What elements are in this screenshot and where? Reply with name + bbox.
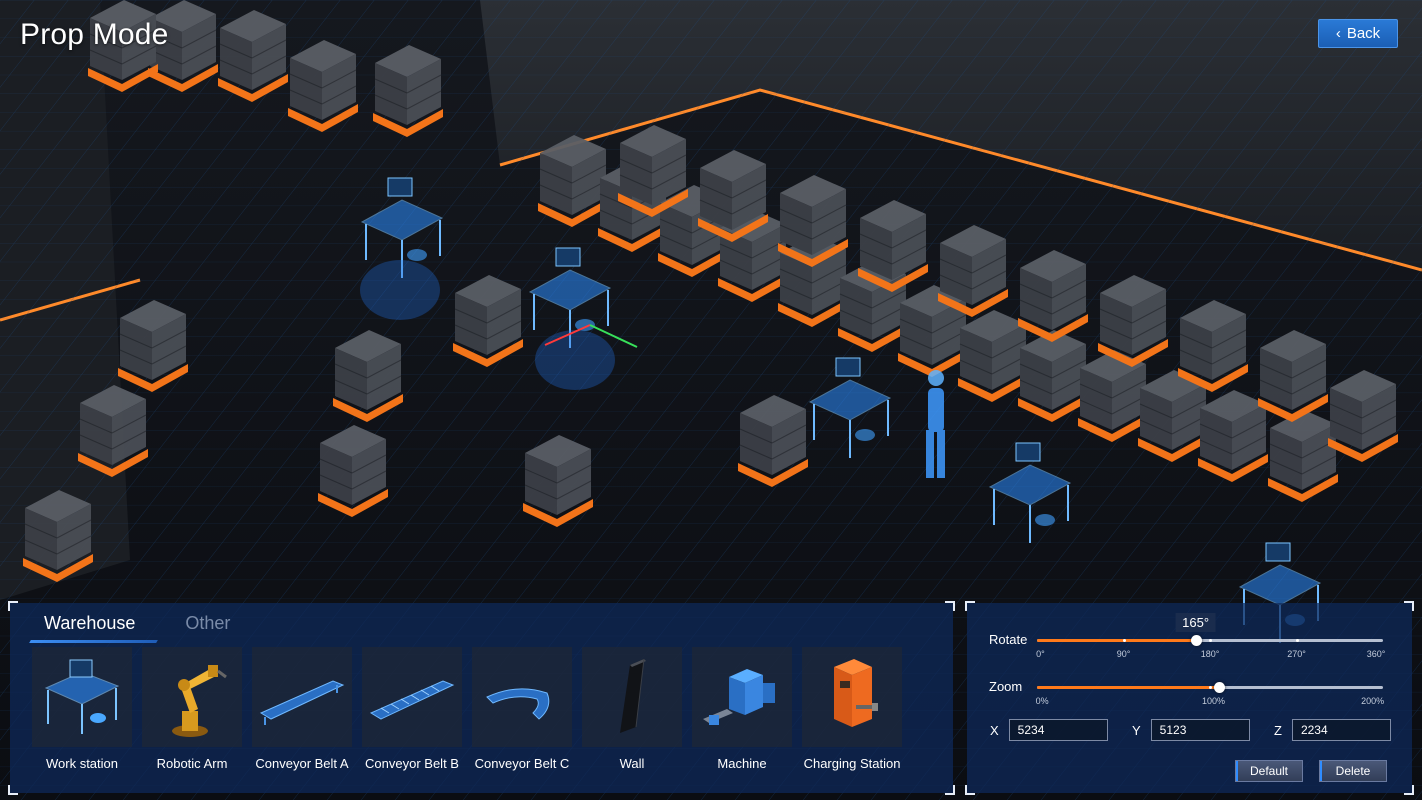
prop-label: Robotic Arm	[156, 756, 228, 771]
rotate-slider-handle[interactable]	[1190, 635, 1202, 646]
zoom-slider-handle[interactable]	[1213, 682, 1225, 693]
rotate-tick: 270°	[1287, 649, 1306, 659]
zoom-tick: 0%	[1035, 696, 1049, 706]
default-button[interactable]: Default	[1235, 760, 1303, 782]
transform-panel: Rotate 0° 90° 180° 270° 360° 165° Zoom 0…	[965, 601, 1414, 795]
z-input[interactable]	[1291, 719, 1391, 741]
y-label: Y	[1132, 722, 1141, 738]
workstation-icon	[44, 659, 120, 734]
prop-item-wall[interactable]: Wall	[582, 647, 682, 771]
wall-icon	[620, 658, 646, 733]
prop-label: Machine	[717, 756, 767, 771]
rotate-tick: 180°	[1200, 649, 1220, 659]
zoom-tick: 100%	[1201, 696, 1225, 706]
rotate-tick: 90°	[1116, 649, 1131, 659]
rotate-slider-fill	[1037, 639, 1196, 642]
z-coordinate: Z	[1274, 719, 1391, 741]
rotate-label: Rotate	[989, 632, 1028, 647]
prop-label: Charging Station	[803, 756, 901, 771]
prop-label: Conveyor Belt C	[474, 756, 570, 771]
prop-item-conveyor-belt-c[interactable]: Conveyor Belt C	[472, 647, 572, 771]
zoom-tick: 200%	[1361, 696, 1385, 706]
delete-button[interactable]: Delete	[1319, 760, 1387, 782]
prop-item-robotic-arm[interactable]: Robotic Arm	[142, 647, 242, 771]
prop-label: Conveyor Belt B	[365, 756, 459, 771]
prop-item-conveyor-belt-a[interactable]: Conveyor Belt A	[252, 647, 352, 771]
prop-item-charging-station[interactable]: Charging Station	[802, 647, 902, 771]
prop-label: Wall	[619, 756, 645, 771]
zoom-slider[interactable]: 0% 100% 200%	[1036, 682, 1384, 706]
tab-other[interactable]: Other	[171, 611, 244, 639]
prop-list: Work station Robotic Arm Conveyor Belt A…	[32, 647, 902, 771]
back-button-label: Back	[1346, 25, 1381, 42]
prop-item-conveyor-belt-b[interactable]: Conveyor Belt B	[362, 647, 462, 771]
zoom-label: Zoom	[989, 679, 1023, 694]
prop-item-work-station[interactable]: Work station	[32, 647, 132, 771]
rotate-tick: 0°	[1036, 649, 1045, 659]
page-title: Prop Mode	[20, 18, 169, 51]
tab-warehouse[interactable]: Warehouse	[30, 611, 149, 639]
x-coordinate: X	[990, 719, 1108, 741]
y-input[interactable]	[1150, 719, 1250, 741]
machine-icon	[703, 669, 775, 725]
charging-station-icon	[834, 659, 878, 727]
conveyor-belt-b-icon	[369, 680, 455, 720]
y-coordinate: Y	[1132, 719, 1250, 741]
rotate-tick: 360°	[1366, 649, 1386, 659]
prop-item-machine[interactable]: Machine	[692, 647, 792, 771]
z-label: Z	[1274, 722, 1282, 738]
zoom-slider-fill	[1037, 686, 1219, 689]
prop-label: Conveyor Belt A	[255, 756, 349, 771]
x-input[interactable]	[1008, 719, 1108, 741]
rotate-value-bubble: 165°	[1175, 613, 1217, 632]
robotic-arm-icon	[172, 665, 227, 737]
prop-label: Work station	[45, 756, 118, 771]
chevron-left-icon: ‹	[1335, 25, 1341, 42]
conveyor-belt-a-icon	[259, 680, 345, 725]
prop-category-tabs: Warehouse Other	[30, 611, 244, 639]
prop-panel: Warehouse Other Work station Robotic Arm…	[8, 601, 955, 795]
rotate-slider[interactable]: 0° 90° 180° 270° 360° 165°	[1036, 613, 1385, 659]
conveyor-belt-c-icon	[486, 688, 550, 720]
back-button[interactable]: ‹ Back	[1318, 19, 1398, 48]
x-label: X	[990, 722, 999, 738]
